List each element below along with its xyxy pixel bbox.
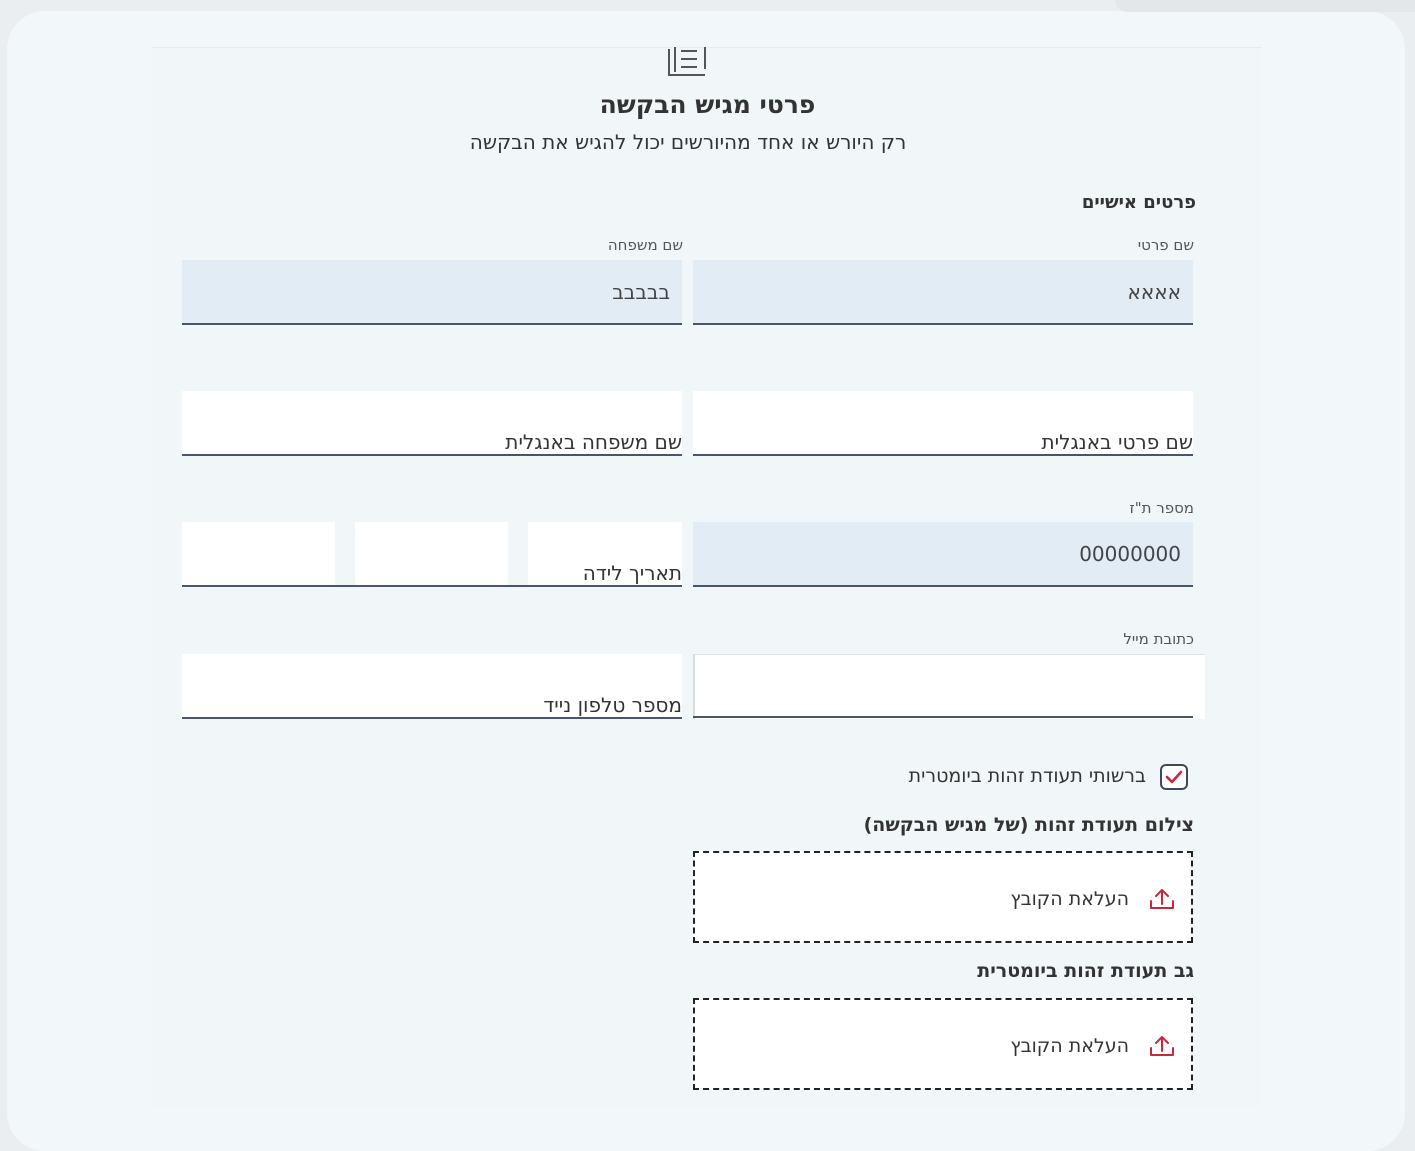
document-list-icon	[668, 47, 706, 76]
email-label: כתובת מייל	[1123, 630, 1194, 648]
section-title-personal: פרטים אישיים	[1081, 192, 1196, 213]
upload-icon	[1150, 1036, 1174, 1056]
page-title: פרטי מגיש הבקשה	[599, 90, 816, 119]
email-field[interactable]	[693, 654, 1205, 719]
id-back-upload-button[interactable]: העלאת הקובץ	[1010, 1034, 1175, 1058]
last-name-english-label: שם משפחה באנגלית	[505, 430, 682, 454]
page-subtitle: רק היורש או אחד מהיורשים יכול להגיש את ה…	[469, 130, 907, 154]
id-back-upload-box[interactable]: העלאת הקובץ	[693, 998, 1193, 1090]
checkmark-icon	[1165, 770, 1183, 784]
biometric-checkbox[interactable]	[1160, 764, 1188, 790]
id-back-upload-title: גב תעודת זהות ביומטרית	[977, 960, 1194, 982]
first-name-value: אאאא	[1127, 280, 1181, 304]
first-name-english-label: שם פרטי באנגלית	[1041, 430, 1193, 454]
id-photo-upload-button[interactable]: העלאת הקובץ	[1010, 887, 1175, 911]
id-number-value: 00000000	[1079, 542, 1181, 566]
first-name-english-field[interactable]: שם פרטי באנגלית	[693, 391, 1193, 456]
id-photo-upload-title: צילום תעודת זהות (של מגיש הבקשה)	[863, 814, 1194, 836]
last-name-label: שם משפחה	[607, 236, 683, 254]
birth-date-label: תאריך לידה	[582, 561, 682, 585]
last-name-field[interactable]: בבבבב	[182, 260, 682, 325]
id-photo-upload-label: העלאת הקובץ	[1010, 888, 1129, 910]
id-photo-upload-box[interactable]: העלאת הקובץ	[693, 851, 1193, 943]
last-name-value: בבבבב	[612, 280, 670, 304]
upload-icon	[1150, 889, 1174, 909]
biometric-checkbox-label: ברשותי תעודת זהות ביומטרית	[908, 765, 1146, 787]
birth-date-day-field[interactable]: תאריך לידה	[528, 522, 682, 587]
mobile-field[interactable]: מספר טלפון נייד	[182, 654, 682, 719]
id-number-field[interactable]: 00000000	[693, 522, 1193, 587]
birth-date-year-field[interactable]	[182, 522, 335, 587]
birth-date-underline	[182, 585, 682, 587]
first-name-field[interactable]: אאאא	[693, 260, 1193, 325]
email-underline	[693, 716, 1193, 718]
background-shade	[1115, 0, 1415, 12]
id-back-upload-label: העלאת הקובץ	[1010, 1035, 1129, 1057]
birth-date-month-field[interactable]	[355, 522, 508, 587]
last-name-english-field[interactable]: שם משפחה באנגלית	[182, 391, 682, 456]
mobile-label: מספר טלפון נייד	[543, 693, 682, 717]
id-number-label: מספר ת"ז	[1129, 499, 1194, 517]
first-name-label: שם פרטי	[1137, 236, 1194, 254]
